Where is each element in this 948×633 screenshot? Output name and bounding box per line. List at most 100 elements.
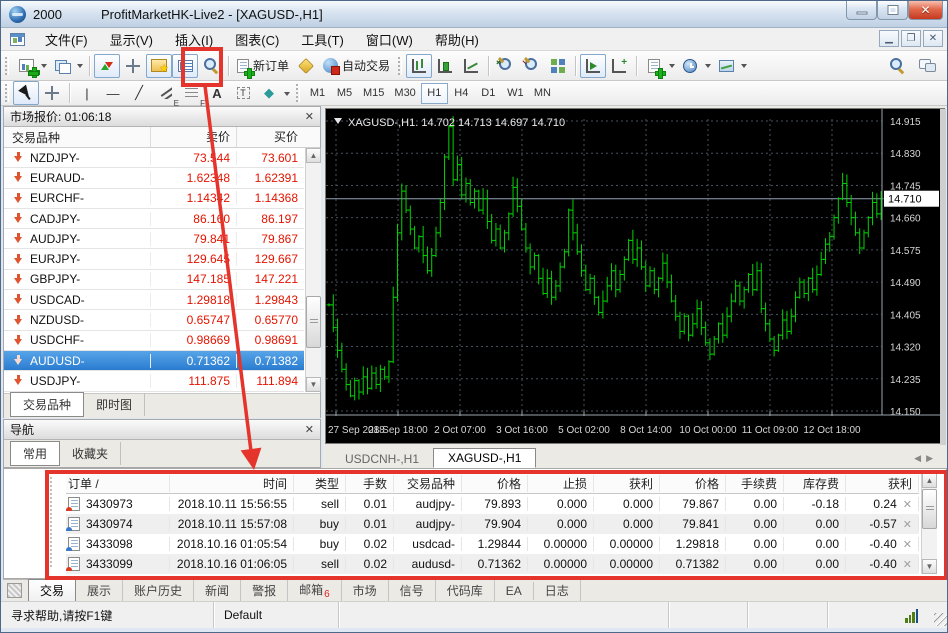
market-watch-row[interactable]: USDCHF-0.986690.98691 [4,331,304,351]
navigator-close-icon[interactable]: ✕ [305,423,314,436]
bottom-tab-市场[interactable]: 市场 [342,580,389,601]
chart-tab-USDCNH-,H1[interactable]: USDCNH-,H1 [331,450,433,468]
chart-line-button[interactable] [458,54,484,78]
autoscroll-button[interactable] [580,54,606,78]
close-order-icon[interactable]: ✕ [903,519,912,531]
resize-grip-icon[interactable] [934,613,947,626]
bottom-tab-代码库[interactable]: 代码库 [436,580,495,601]
bottom-tab-信号[interactable]: 信号 [389,580,436,601]
menu-item-6[interactable]: 帮助(H) [424,27,490,52]
shapes-dropdown-icon[interactable] [284,92,290,99]
tile-windows-button[interactable] [545,54,571,78]
data-window-button[interactable] [120,54,146,78]
indicators-dropdown-icon[interactable] [669,64,675,71]
orders-column-10[interactable]: 库存费 [784,475,846,492]
orders-column-6[interactable]: 止损 [528,475,594,492]
indicators-button[interactable] [641,54,667,78]
orders-header-row[interactable]: 订单 /时间类型手数交易品种价格止损获利价格手续费库存费获利 [66,473,919,494]
scrollbar-thumb[interactable] [922,489,937,529]
autotrading-button[interactable]: 自动交易 [319,54,394,78]
market-watch-row[interactable]: USDCAD-1.298181.29843 [4,290,304,310]
market-watch-row[interactable]: GBPJPY-147.185147.221 [4,270,304,290]
column-bid[interactable]: 卖价 [150,127,236,147]
scroll-down-icon[interactable]: ▼ [922,559,937,574]
tab-收藏夹[interactable]: 收藏夹 [60,442,121,465]
scroll-up-icon[interactable]: ▲ [306,148,321,163]
scrollbar-thumb[interactable] [306,296,321,348]
profiles-dropdown-icon[interactable] [77,64,83,71]
tab-scroll-arrows[interactable]: ◀ ▶ [914,453,933,468]
navigator-button[interactable] [146,54,172,78]
timeframe-m30-button[interactable]: M30 [389,83,420,104]
toolbar-grip[interactable] [296,84,300,102]
search-icon[interactable] [890,58,905,73]
tab-即时图[interactable]: 即时图 [84,393,145,416]
new-chart-dropdown-icon[interactable] [41,64,47,71]
market-watch-row[interactable]: NZDUSD-0.657470.65770 [4,310,304,330]
toolbar-grip[interactable] [5,57,9,75]
chart-shift-button[interactable] [606,54,632,78]
orders-column-7[interactable]: 获利 [594,475,660,492]
market-watch-toggle-button[interactable] [94,54,120,78]
market-watch-row[interactable]: AUDJPY-79.84179.867 [4,229,304,249]
scroll-down-icon[interactable]: ▼ [306,377,321,392]
crosshair-button[interactable] [39,81,65,105]
terminal-scrollbar[interactable]: ▲ ▼ [921,473,937,574]
market-watch-row[interactable]: USDJPY-111.875111.894 [4,371,304,391]
templates-button[interactable] [713,54,739,78]
close-order-icon[interactable]: ✕ [903,539,912,551]
column-symbol[interactable]: 交易品种 [4,129,150,146]
column-ask[interactable]: 买价 [236,127,304,147]
mdi-close-button[interactable]: ✕ [923,30,943,47]
orders-column-5[interactable]: 价格 [462,475,528,492]
metaeditor-button[interactable] [293,54,319,78]
menu-item-4[interactable]: 工具(T) [290,27,355,52]
market-watch-close-icon[interactable]: ✕ [305,110,314,123]
timeframe-mn-button[interactable]: MN [529,83,556,104]
toolbar-grip[interactable] [398,57,402,75]
terminal-grip[interactable] [50,477,54,567]
orders-column-3[interactable]: 手数 [346,475,394,492]
channel-button[interactable]: E [152,81,178,105]
timeframe-h4-button[interactable]: H4 [448,83,475,104]
market-watch-column-headers[interactable]: 交易品种 卖价 买价 [4,127,320,148]
market-watch-row[interactable]: NZDJPY-73.54473.601 [4,148,304,168]
shapes-button[interactable]: ◆ [256,81,282,105]
bottom-tab-交易[interactable]: 交易 [28,579,76,602]
order-row[interactable]: 34309732018.10.11 15:56:55sell0.01audjpy… [66,494,919,514]
menu-item-2[interactable]: 插入(I) [164,27,224,52]
chart-tab-XAGUSD-,H1[interactable]: XAGUSD-,H1 [433,448,536,468]
bottom-tab-日志[interactable]: 日志 [534,580,581,601]
chart-area[interactable]: 27 Sep 201828 Sep 18:002 Oct 07:003 Oct … [325,108,945,444]
mdi-minimize-button[interactable]: ▁ [879,30,899,47]
bottom-tab-EA[interactable]: EA [495,582,534,600]
zoom-in-button[interactable] [493,54,519,78]
toolbar-grip[interactable] [5,84,9,102]
close-order-icon[interactable]: ✕ [903,559,912,571]
profiles-button[interactable] [49,54,75,78]
new-order-button[interactable]: 新订单 [233,54,293,78]
cursor-button[interactable] [13,81,39,105]
chart-bars-button[interactable] [406,54,432,78]
periods-button[interactable] [677,54,703,78]
orders-column-1[interactable]: 时间 [170,475,294,492]
market-watch-row[interactable]: CADJPY-86.16086.197 [4,209,304,229]
bottom-tab-警报[interactable]: 警报 [241,580,288,601]
bottom-tab-展示[interactable]: 展示 [76,580,123,601]
status-profile[interactable]: Default [214,602,339,628]
minimize-button[interactable] [846,1,877,20]
orders-column-4[interactable]: 交易品种 [394,475,462,492]
menu-item-0[interactable]: 文件(F) [34,27,99,52]
orders-column-11[interactable]: 获利 [846,475,919,492]
timeframe-h1-button[interactable]: H1 [421,83,448,104]
order-row[interactable]: 34330982018.10.16 01:05:54buy0.02usdcad-… [66,534,919,554]
orders-column-9[interactable]: 手续费 [726,475,784,492]
close-order-icon[interactable]: ✕ [903,499,912,511]
bottom-tab-账户历史[interactable]: 账户历史 [123,580,194,601]
market-watch-row[interactable]: EURCHF-1.143421.14368 [4,189,304,209]
mdi-restore-button[interactable]: ❐ [901,30,921,47]
terminal-button[interactable] [172,54,198,78]
orders-column-0[interactable]: 订单 / [66,475,170,492]
tab-交易品种[interactable]: 交易品种 [10,392,84,417]
bottom-tab-新闻[interactable]: 新闻 [194,580,241,601]
